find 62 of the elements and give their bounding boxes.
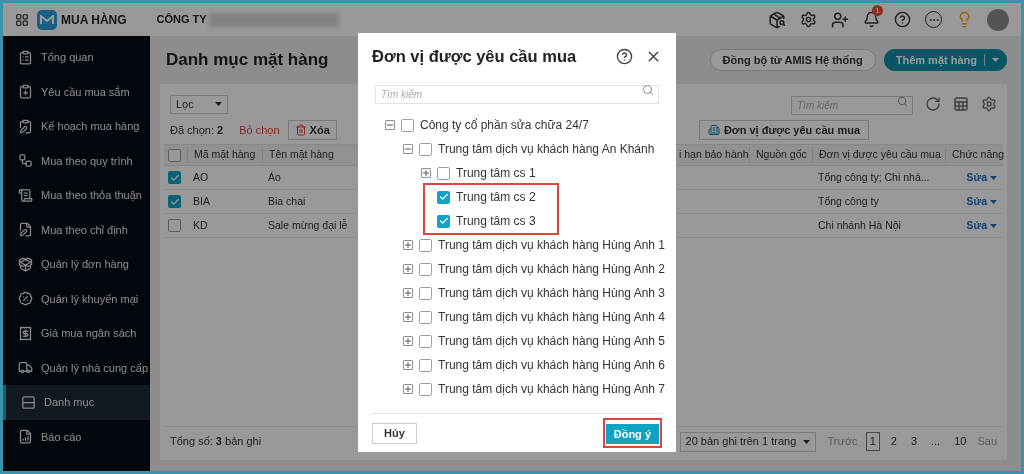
table-cell-text: Bia chai bbox=[267, 193, 307, 209]
sidebar-item[interactable]: Mua theo quy trình bbox=[3, 143, 150, 178]
table-cell-text: Chi nhánh Hà Nội bbox=[817, 217, 902, 233]
tree-item-label[interactable]: Trung tâm dịch vụ khách hàng Hùng Anh 3 bbox=[438, 284, 666, 302]
column-header: Mã mặt hàng bbox=[187, 147, 262, 163]
edit-dropdown[interactable]: Sửa bbox=[945, 193, 1003, 210]
edit-dropdown[interactable]: Sửa bbox=[945, 217, 1003, 234]
tree-item-label[interactable]: Công ty cổ phần sửa chữa 24/7 bbox=[420, 116, 589, 134]
total-count: Tổng số: 3 bản ghi bbox=[170, 434, 262, 450]
tree-item-label[interactable]: Trung tâm dịch vụ khách hàng Hùng Anh 2 bbox=[438, 260, 666, 278]
sidebar-item[interactable]: Quản lý khuyến mại bbox=[3, 281, 150, 316]
column-header: Chức năng bbox=[945, 147, 1003, 163]
unit-button[interactable]: Đơn vị được yêu cầu mua bbox=[698, 120, 869, 140]
table-cell-text: Sale mừng đại lễ bbox=[267, 217, 349, 233]
tree-item-label[interactable]: Trung tâm cs 3 bbox=[456, 212, 536, 230]
page-link[interactable]: 1 bbox=[865, 432, 880, 451]
sidebar-item[interactable]: Danh mục bbox=[3, 385, 150, 420]
page-title: Danh mục mặt hàng bbox=[166, 49, 329, 72]
search-field[interactable]: Tìm kiếm bbox=[375, 85, 659, 104]
table-cell-text: Tổng công ty bbox=[817, 193, 880, 209]
page-link[interactable]: 2 bbox=[887, 433, 900, 450]
tree-item-label[interactable]: Trung tâm dịch vụ khách hàng Hùng Anh 7 bbox=[438, 380, 666, 398]
page-link[interactable]: 10 bbox=[951, 433, 970, 450]
table-cell-text: BIA bbox=[192, 193, 211, 209]
column-header: Đơn vị được yêu cầu mua bbox=[812, 147, 945, 163]
sidebar-item[interactable]: Yêu cầu mua sắm bbox=[3, 74, 150, 109]
app-name: MUA HÀNG bbox=[61, 11, 127, 29]
sidebar-item[interactable]: Quản lý đơn hàng bbox=[3, 247, 150, 282]
company-name: CÔNG TY bbox=[156, 12, 207, 28]
edit-dropdown[interactable]: Sửa bbox=[945, 169, 1003, 186]
tree-item-label[interactable]: Trung tâm dịch vụ khách hàng Hùng Anh 5 bbox=[438, 332, 666, 350]
page-size-select[interactable]: 20 bản ghi trên 1 trang bbox=[679, 431, 816, 452]
sidebar-item[interactable]: Quản lý nhà cung cấp bbox=[3, 350, 150, 385]
tree-item-label[interactable]: Trung tâm dịch vụ khách hàng Hùng Anh 4 bbox=[438, 308, 666, 326]
filter-select[interactable]: Lọc bbox=[170, 94, 228, 114]
deselect-link[interactable]: Bỏ chọn bbox=[239, 121, 280, 139]
sidebar-item[interactable]: Báo cáo bbox=[3, 419, 150, 454]
tree-item-label[interactable]: Trung tâm dịch vụ khách hàng An Khánh bbox=[438, 140, 655, 158]
dialog-title: Đơn vị được yêu cầu mua bbox=[372, 45, 577, 67]
notification-badge: 1 bbox=[872, 5, 883, 16]
delete-button[interactable]: Xóa bbox=[287, 120, 337, 140]
tree-item-label[interactable]: Trung tâm cs 2 bbox=[456, 188, 536, 206]
tree-item-label[interactable]: Trung tâm cs 1 bbox=[456, 164, 536, 182]
sync-button[interactable]: Đồng bộ từ AMIS Hệ thống bbox=[709, 49, 876, 71]
sidebar-item[interactable]: Tổng quan bbox=[3, 40, 150, 75]
cancel-button[interactable]: Hủy bbox=[372, 422, 417, 444]
sidebar-item[interactable]: Mua theo chỉ định bbox=[3, 212, 150, 247]
table-cell-text: KD bbox=[192, 217, 209, 233]
table-cell-text: AO bbox=[192, 169, 210, 185]
page-link[interactable]: 3 bbox=[907, 433, 920, 450]
page-link[interactable]: ... bbox=[928, 433, 944, 450]
column-header: Tên mặt hàng bbox=[262, 147, 355, 163]
sidebar-item[interactable]: Kế hoạch mua hàng bbox=[3, 109, 150, 144]
column-header: i hạn bảo hành bbox=[679, 147, 749, 163]
sidebar-item[interactable]: Giá mua ngân sách bbox=[3, 316, 150, 351]
selected-count: Đã chọn: 2 bbox=[170, 122, 224, 138]
table-cell-text: Tổng công ty; Chi nhá... bbox=[817, 169, 931, 185]
tree-item-label[interactable]: Trung tâm dịch vụ khách hàng Hùng Anh 6 bbox=[438, 356, 666, 374]
tree-item-label[interactable]: Trung tâm dịch vụ khách hàng Hùng Anh 1 bbox=[438, 236, 666, 254]
column-header: Nguồn gốc bbox=[749, 147, 812, 163]
table-cell-text: Áo bbox=[267, 169, 282, 185]
sidebar-item[interactable]: Mua theo thỏa thuận bbox=[3, 178, 150, 213]
